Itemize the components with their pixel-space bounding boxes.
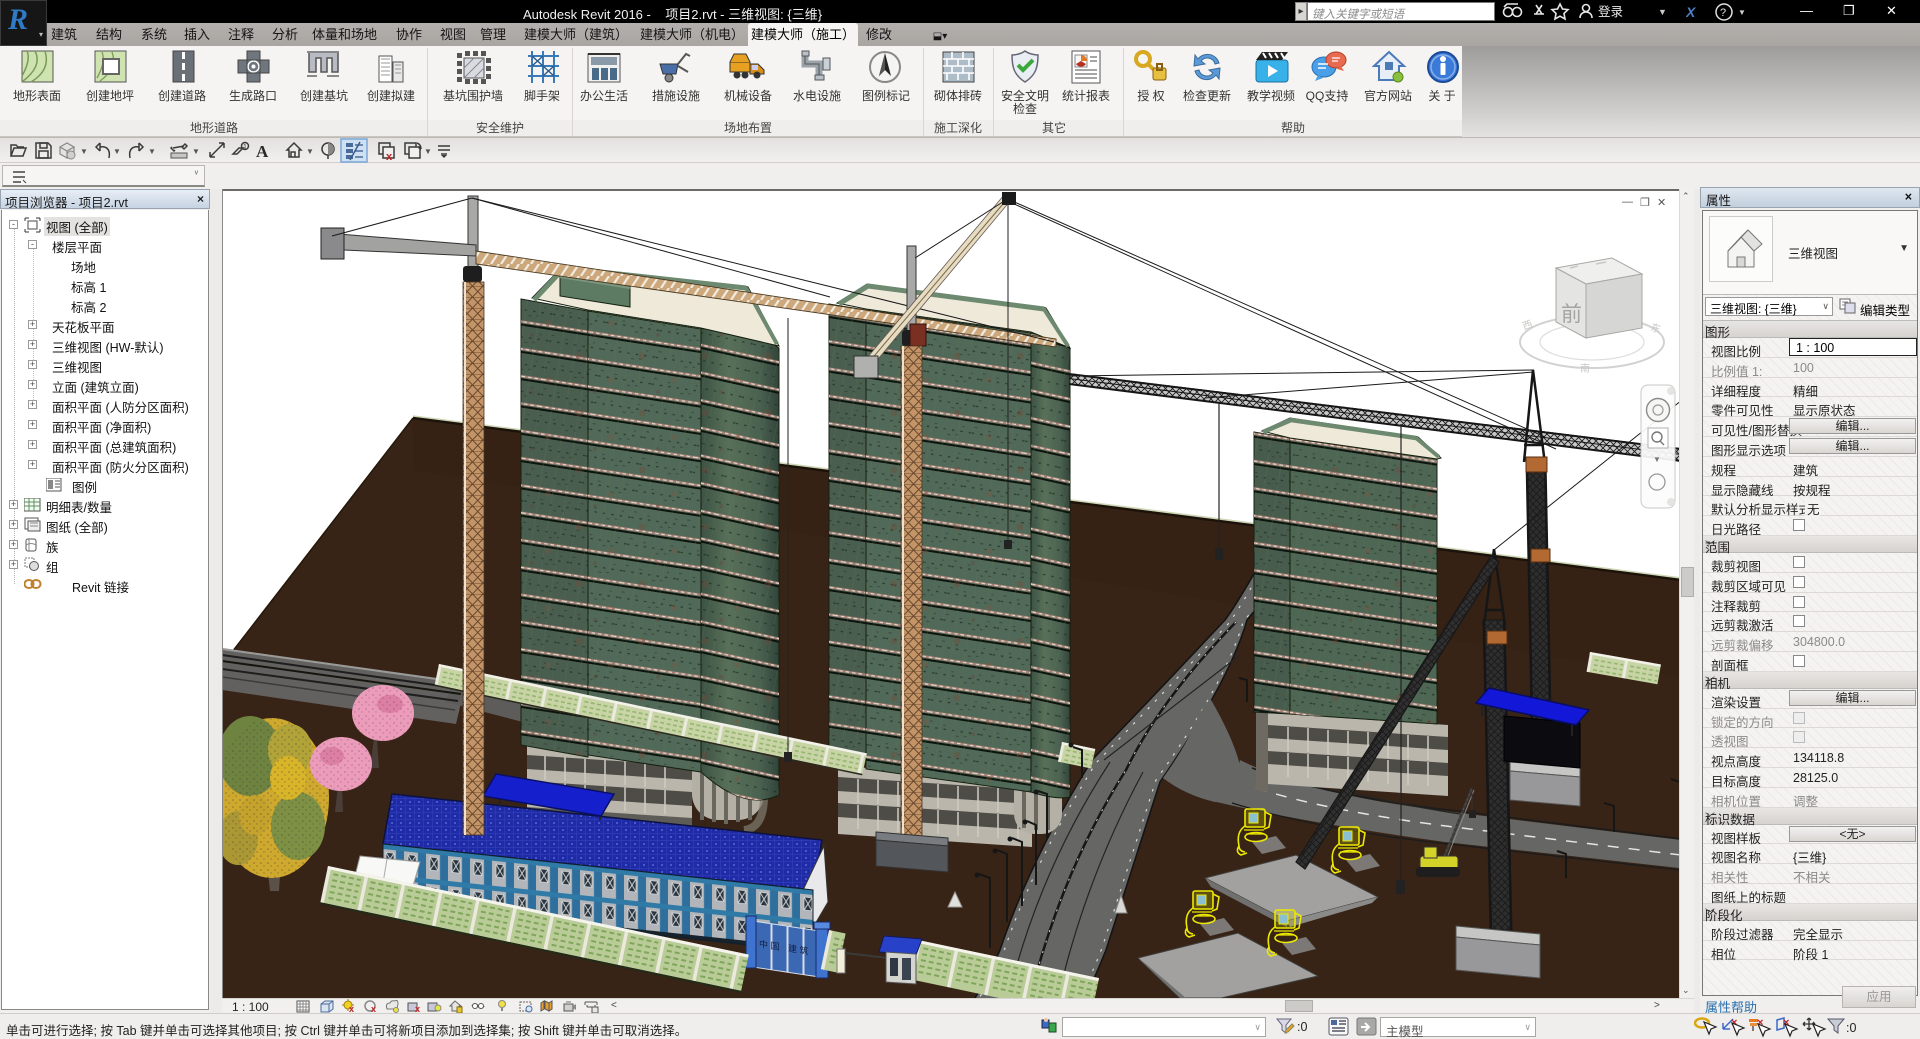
svg-text:▼: ▼ (113, 147, 121, 156)
svg-text:▼: ▼ (192, 147, 200, 156)
svg-text:1: 1 (243, 144, 247, 151)
svg-text:▼: ▼ (1658, 7, 1667, 17)
svg-text:?: ? (1720, 7, 1726, 19)
svg-text:▼: ▼ (148, 147, 156, 156)
svg-text:南: 南 (1580, 362, 1590, 375)
svg-text:▼: ▼ (80, 147, 88, 156)
svg-text:▼: ▼ (306, 147, 314, 156)
svg-text:▼: ▼ (424, 147, 432, 156)
svg-text:▼: ▼ (1653, 455, 1661, 464)
svg-text::0: :0 (1846, 1021, 1856, 1035)
svg-text:登录: 登录 (1598, 4, 1623, 19)
svg-text:▼: ▼ (1738, 8, 1746, 17)
svg-text:A: A (256, 142, 269, 161)
svg-text:前: 前 (1561, 303, 1582, 326)
svg-text:x: x (386, 151, 393, 163)
svg-text:X: X (1686, 4, 1697, 20)
